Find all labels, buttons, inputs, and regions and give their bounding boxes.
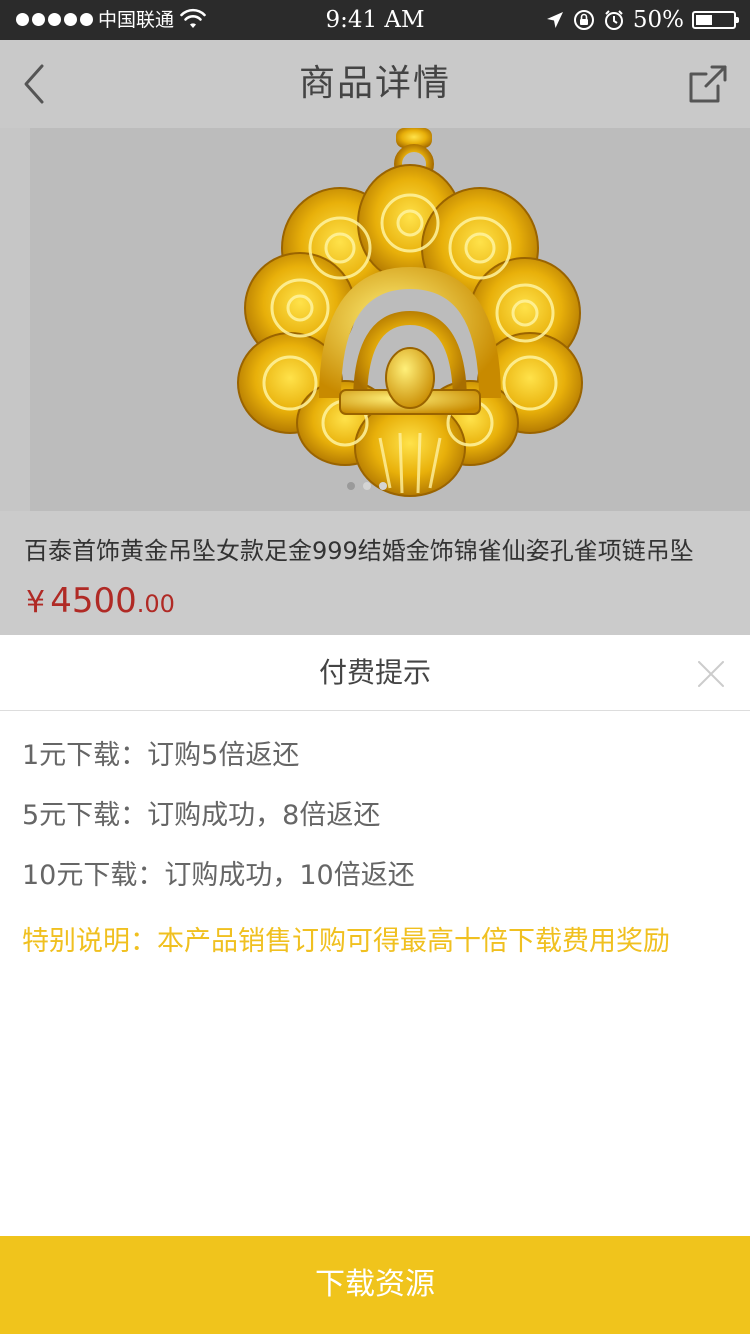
page-title: 商品详情 — [298, 63, 451, 104]
carousel-dot — [363, 482, 371, 490]
sheet-title: 付费提示 — [318, 656, 431, 689]
battery-level-fill — [696, 15, 712, 25]
close-icon[interactable] — [698, 661, 724, 687]
gold-peacock-pendant-image — [237, 128, 583, 497]
status-right-group: 50% — [545, 6, 739, 34]
product-info: 百泰首饰黄金吊坠女款足金999结婚金饰锦雀仙姿孔雀项链吊坠 ¥ 4500.00 — [0, 511, 750, 635]
price-currency-symbol: ¥ — [26, 585, 46, 620]
battery-percent: 50% — [632, 7, 684, 33]
pay-option-1: 1元下载：订购5倍返还 — [22, 740, 300, 771]
alarm-icon — [604, 10, 623, 30]
carousel-indicator — [347, 482, 387, 490]
carousel-dot — [347, 482, 355, 490]
product-title: 百泰首饰黄金吊坠女款足金999结婚金饰锦雀仙姿孔雀项链吊坠 — [24, 537, 694, 565]
product-price: ¥ 4500.00 — [26, 581, 175, 621]
share-icon[interactable] — [688, 64, 728, 104]
price-decimal: .00 — [136, 590, 175, 618]
nav-bar: 商品详情 — [0, 40, 750, 128]
payment-prompt-sheet: 付费提示 1元下载：订购5倍返还 5元下载：订购成功，8倍返还 10元下载：订购… — [0, 635, 750, 1236]
download-button[interactable]: 下载资源 — [0, 1236, 750, 1334]
location-arrow-icon — [546, 12, 563, 28]
special-note: 特别说明：本产品销售订购可得最高十倍下载费用奖励 — [22, 926, 670, 957]
carousel-dot — [379, 482, 387, 490]
screen: 中国联通 9:41 AM 50% 商品详情 百泰首饰黄金吊坠女款足金999结婚金… — [0, 0, 750, 1334]
pay-option-2: 5元下载：订购成功，8倍返还 — [22, 800, 381, 831]
sheet-header: 付费提示 — [0, 635, 750, 711]
pay-option-3: 10元下载：订购成功，10倍返还 — [22, 860, 415, 891]
rotation-lock-icon — [573, 10, 594, 30]
price-integer: 4500 — [50, 581, 137, 621]
product-image-carousel[interactable] — [0, 128, 750, 511]
status-bar: 中国联通 9:41 AM 50% — [0, 0, 750, 40]
battery-icon — [692, 11, 739, 29]
